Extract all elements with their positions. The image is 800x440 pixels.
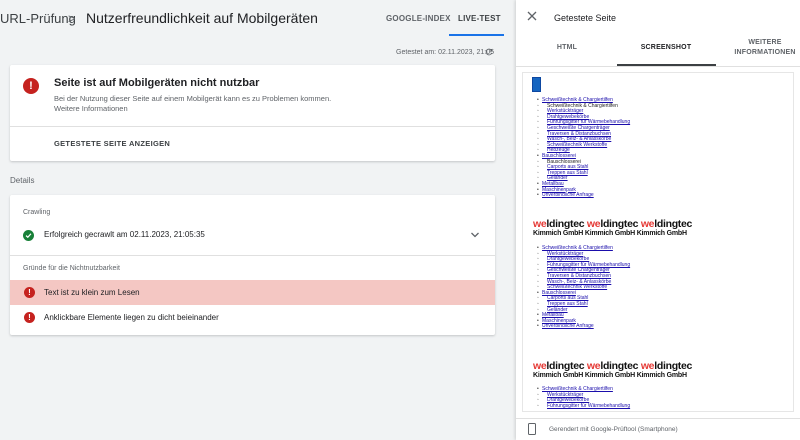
view-tested-page-button[interactable]: GETESTETE SEITE ANZEIGEN xyxy=(54,139,170,148)
status-card: ! Seite ist auf Mobilgeräten nicht nutzb… xyxy=(10,65,495,161)
tested-timestamp: Getestet am: 02.11.2023, 21:05 xyxy=(396,49,494,56)
reason-label: Text ist zu klein zum Lesen xyxy=(44,288,140,297)
reasons-label: Gründe für die Nichtnutzbarkeit xyxy=(23,265,120,272)
divider xyxy=(516,66,800,67)
preview-menu: Schweißtechnik & Chargiertilfen Werkstüc… xyxy=(537,386,630,410)
status-title: Seite ist auf Mobilgeräten nicht nutzbar xyxy=(54,77,260,89)
details-heading: Details xyxy=(10,176,35,185)
status-description: Bei der Nutzung dieser Seite auf einem M… xyxy=(54,94,332,103)
reason-label: Anklickbare Elemente liegen zu dicht bei… xyxy=(44,313,219,322)
preview-link: Führungsgitter für Wärmebehandlung xyxy=(537,403,630,410)
preview-logo: weldingtec weldingtec weldingtec Kimmich… xyxy=(533,360,693,380)
refresh-icon[interactable] xyxy=(484,47,494,57)
reason-row-clickable-elements[interactable]: ! Anklickbare Elemente liegen zu dicht b… xyxy=(10,305,495,330)
breadcrumb-separator: > xyxy=(68,11,76,26)
preview-logo: weldingtec weldingtec weldingtec Kimmich… xyxy=(533,218,693,238)
crawling-label: Crawling xyxy=(23,209,51,216)
tab-google-index[interactable]: GOOGLE-INDEX xyxy=(386,14,451,23)
active-tab-indicator xyxy=(449,34,504,36)
chevron-down-icon[interactable] xyxy=(470,231,480,239)
crawling-status: Erfolgreich gecrawlt am 02.11.2023, 21:0… xyxy=(44,230,205,239)
panel-title: Getestete Seite xyxy=(554,13,617,23)
menu-toggle-icon xyxy=(532,77,541,92)
tab-live-test[interactable]: LIVE-TEST xyxy=(458,14,501,23)
tab-screenshot[interactable]: SCREENSHOT xyxy=(626,44,706,51)
breadcrumb-root[interactable]: URL-Prüfung xyxy=(0,11,76,26)
preview-link: Unverbindliche Anfrage xyxy=(537,192,630,199)
top-bar: URL-Prüfung > Nutzerfreundlichkeit auf M… xyxy=(0,0,516,38)
tab-html[interactable]: HTML xyxy=(552,44,582,51)
page-screenshot[interactable]: Schweißtechnik & Chargiertilfen Schweißt… xyxy=(522,72,794,412)
reason-row-text-too-small[interactable]: ! Text ist zu klein zum Lesen xyxy=(10,280,495,305)
error-icon: ! xyxy=(24,312,35,323)
error-icon: ! xyxy=(24,287,35,298)
error-icon: ! xyxy=(23,78,39,94)
divider xyxy=(10,126,495,127)
render-info: Gerendert mit Google-Prüftool (Smartphon… xyxy=(549,426,678,433)
tab-more-info[interactable]: WEITERE INFORMATIONEN xyxy=(722,38,800,58)
close-icon[interactable] xyxy=(527,11,537,21)
divider xyxy=(10,255,495,256)
preview-link: Unverbindliche Anfrage xyxy=(537,324,630,330)
details-card: Crawling Erfolgreich gecrawlt am 02.11.2… xyxy=(10,195,495,335)
more-info-link[interactable]: Weitere Informationen xyxy=(54,104,128,113)
page-title: Nutzerfreundlichkeit auf Mobilgeräten xyxy=(86,10,318,26)
check-circle-icon xyxy=(23,230,34,241)
preview-menu: Schweißtechnik & Chargiertilfen Werkstüc… xyxy=(537,245,630,330)
preview-menu: Schweißtechnik & Chargiertilfen Schweißt… xyxy=(537,97,630,199)
panel-footer: Gerendert mit Google-Prüftool (Smartphon… xyxy=(516,418,800,440)
tested-page-panel: Getestete Seite HTML SCREENSHOT WEITERE … xyxy=(516,0,800,440)
smartphone-icon xyxy=(528,423,536,435)
main-area: URL-Prüfung > Nutzerfreundlichkeit auf M… xyxy=(0,0,516,440)
